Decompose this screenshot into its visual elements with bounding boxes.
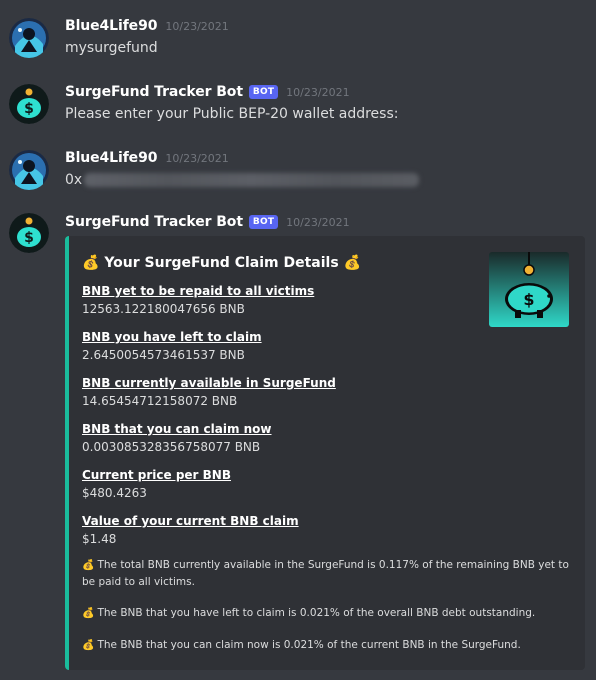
note-text: The total BNB currently available in the…: [82, 559, 569, 588]
field-name: BNB currently available in SurgeFund: [82, 376, 336, 390]
field-name: Value of your current BNB claim: [82, 514, 299, 528]
field-price-per-bnb: Current price per BNB $480.4263: [82, 468, 231, 500]
piggy-bank-thumbnail[interactable]: $: [489, 252, 569, 327]
field-value: 2.6450054573461537 BNB: [82, 348, 245, 362]
timestamp: 10/23/2021: [286, 85, 350, 99]
field-name: BNB you have left to claim: [82, 330, 262, 344]
bot-tag: BOT: [248, 85, 279, 99]
message-text: mysurgefund: [65, 40, 158, 56]
field-value: 0.003085328356758077 BNB: [82, 440, 261, 454]
embed-title-text: Your SurgeFund Claim Details: [104, 255, 339, 271]
field-bnb-left-to-claim: BNB you have left to claim 2.64500545734…: [82, 330, 262, 362]
money-bag-icon: 💰: [82, 608, 95, 619]
note-text: The BNB that you can claim now is 0.021%…: [97, 639, 521, 651]
svg-text:$: $: [24, 101, 34, 117]
note-text: The BNB that you have left to claim is 0…: [97, 607, 536, 619]
field-value: $1.48: [82, 532, 117, 546]
money-bag-icon: 💰: [82, 560, 95, 571]
field-claim-value: Value of your current BNB claim $1.48: [82, 514, 299, 546]
username[interactable]: Blue4Life90: [65, 18, 157, 34]
timestamp: 10/23/2021: [165, 19, 229, 33]
bot-avatar[interactable]: $: [9, 213, 49, 253]
embed-title: 💰 Your SurgeFund Claim Details 💰: [82, 255, 361, 271]
timestamp: 10/23/2021: [165, 151, 229, 165]
message-text: Please enter your Public BEP-20 wallet a…: [65, 106, 399, 122]
note-claim-now: 💰 The BNB that you can claim now is 0.021…: [82, 637, 572, 654]
money-bag-icon: 💰: [82, 255, 100, 271]
redacted-wallet-address: [84, 173, 420, 187]
field-bnb-yet-to-repay: BNB yet to be repaid to all victims 1256…: [82, 284, 314, 316]
field-value: 14.65454712158072 BNB: [82, 394, 238, 408]
field-name: BNB yet to be repaid to all victims: [82, 284, 315, 298]
field-bnb-available: BNB currently available in SurgeFund 14.…: [82, 376, 336, 408]
field-value: $480.4263: [82, 486, 147, 500]
username[interactable]: SurgeFund Tracker Bot: [65, 84, 243, 100]
svg-text:$: $: [24, 230, 34, 246]
username[interactable]: SurgeFund Tracker Bot: [65, 214, 243, 230]
svg-text:$: $: [523, 290, 534, 309]
money-bag-icon: 💰: [343, 255, 361, 271]
field-bnb-claim-now: BNB that you can claim now 0.00308532835…: [82, 422, 272, 454]
wallet-prefix: 0x: [65, 172, 83, 188]
user-avatar[interactable]: [9, 18, 49, 58]
money-bag-icon: 💰: [82, 640, 95, 651]
bot-tag: BOT: [248, 215, 279, 229]
note-total-available: 💰 The total BNB currently available in th…: [82, 557, 572, 590]
bot-avatar[interactable]: $: [9, 84, 49, 124]
field-value: 12563.122180047656 BNB: [82, 302, 245, 316]
claim-details-embed: 💰 Your SurgeFund Claim Details 💰 $ BNB y…: [65, 236, 585, 670]
field-name: Current price per BNB: [82, 468, 231, 482]
username[interactable]: Blue4Life90: [65, 150, 157, 166]
user-avatar[interactable]: [9, 150, 49, 190]
message-text: 0x: [65, 172, 420, 188]
field-name: BNB that you can claim now: [82, 422, 272, 436]
timestamp: 10/23/2021: [286, 215, 350, 229]
note-left-to-claim: 💰 The BNB that you have left to claim is …: [82, 605, 572, 622]
